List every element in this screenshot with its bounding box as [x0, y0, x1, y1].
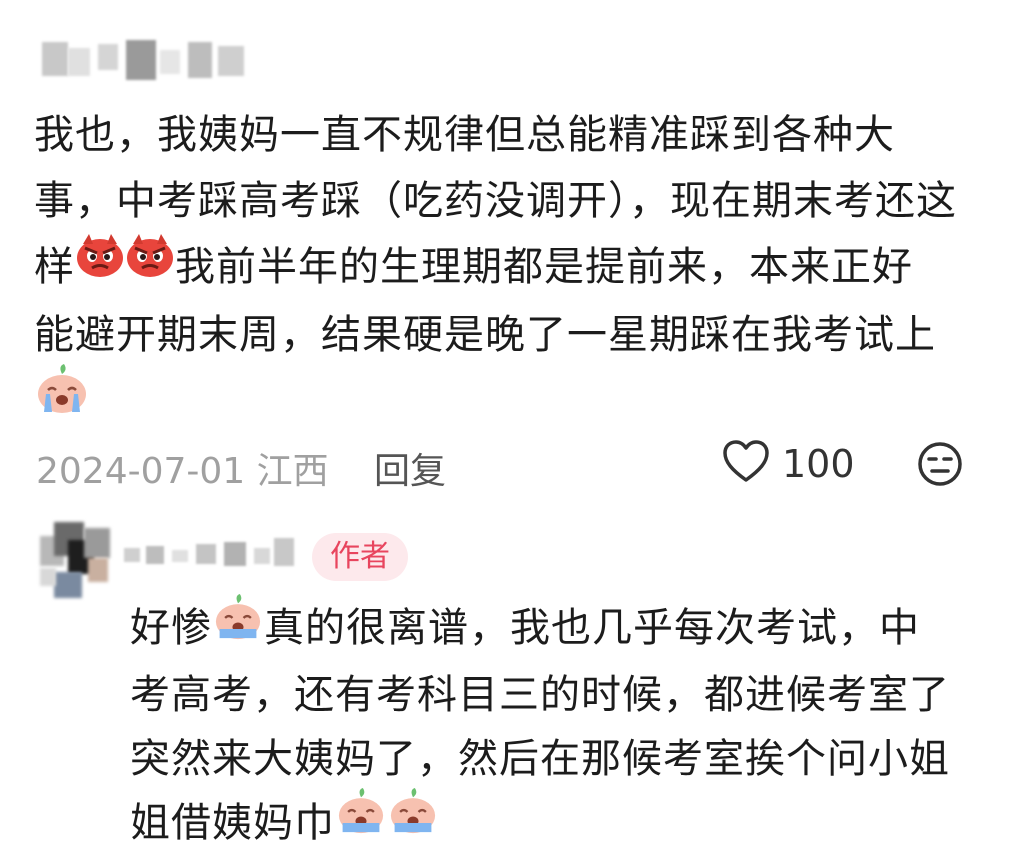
reply-text-fragment: 真的很离谱，我也几乎每次考试，中	[264, 605, 920, 651]
like-count: 100	[782, 442, 855, 486]
comment-text-fragment: 我前半年的生理期都是提前来，本来正好	[175, 244, 913, 290]
comment-line: 我也，我姨妈一直不规律但总能精准踩到各种大	[34, 112, 895, 158]
unamused-face-icon[interactable]	[916, 440, 964, 492]
angry-face-emoji	[75, 232, 125, 298]
crying-peach-emoji	[212, 593, 264, 659]
crying-peach-emoji	[387, 788, 439, 853]
reply-line: 考高考，还有考科目三的时候，都进候考室了	[130, 671, 950, 718]
reply-text-fragment: 好惨	[130, 605, 212, 651]
reply-button[interactable]: 回复	[374, 442, 446, 494]
comment-body: 我也，我姨妈一直不规律但总能精准踩到各种大 事，中考踩高考踩（吃药没调开），现在…	[34, 102, 984, 438]
reply-line: 突然来大姨妈了，然后在那候考室挨个问小姐	[130, 735, 950, 782]
angry-face-emoji	[125, 232, 175, 298]
author-badge: 作者	[312, 533, 408, 581]
avatar[interactable]	[40, 522, 110, 598]
reply-line: 好惨 真的很离谱，我也几乎每次考试，中	[130, 593, 990, 663]
crying-peach-emoji	[34, 364, 90, 434]
crying-peach-emoji	[335, 788, 387, 853]
comment-meta-row: 2024-07-01 江西 回复 100	[36, 438, 976, 492]
comment-line	[34, 364, 984, 438]
reply-username-blurred[interactable]	[124, 534, 304, 574]
comment-line: 样 我前半年的生理期都是提前来，本来正好	[34, 234, 984, 302]
reply-text-fragment: 姐借姨妈巾	[130, 799, 335, 846]
reply-body: 好惨 真的很离谱，我也几乎每次考试，中 考高考，还有考科目三的时候，都进候考室了 …	[130, 593, 990, 858]
comment-text-fragment: 样	[34, 244, 75, 290]
reply-line: 姐借姨妈巾	[130, 788, 990, 858]
commenter-username-blurred[interactable]	[42, 38, 252, 82]
comment-line: 能避开期末周，结果硬是晚了一星期踩在我考试上	[34, 312, 936, 358]
heart-outline-icon[interactable]	[722, 440, 770, 488]
comment-line: 事，中考踩高考踩（吃药没调开），现在期末考还这	[34, 178, 957, 224]
comment-date-location: 2024-07-01 江西	[36, 451, 329, 492]
